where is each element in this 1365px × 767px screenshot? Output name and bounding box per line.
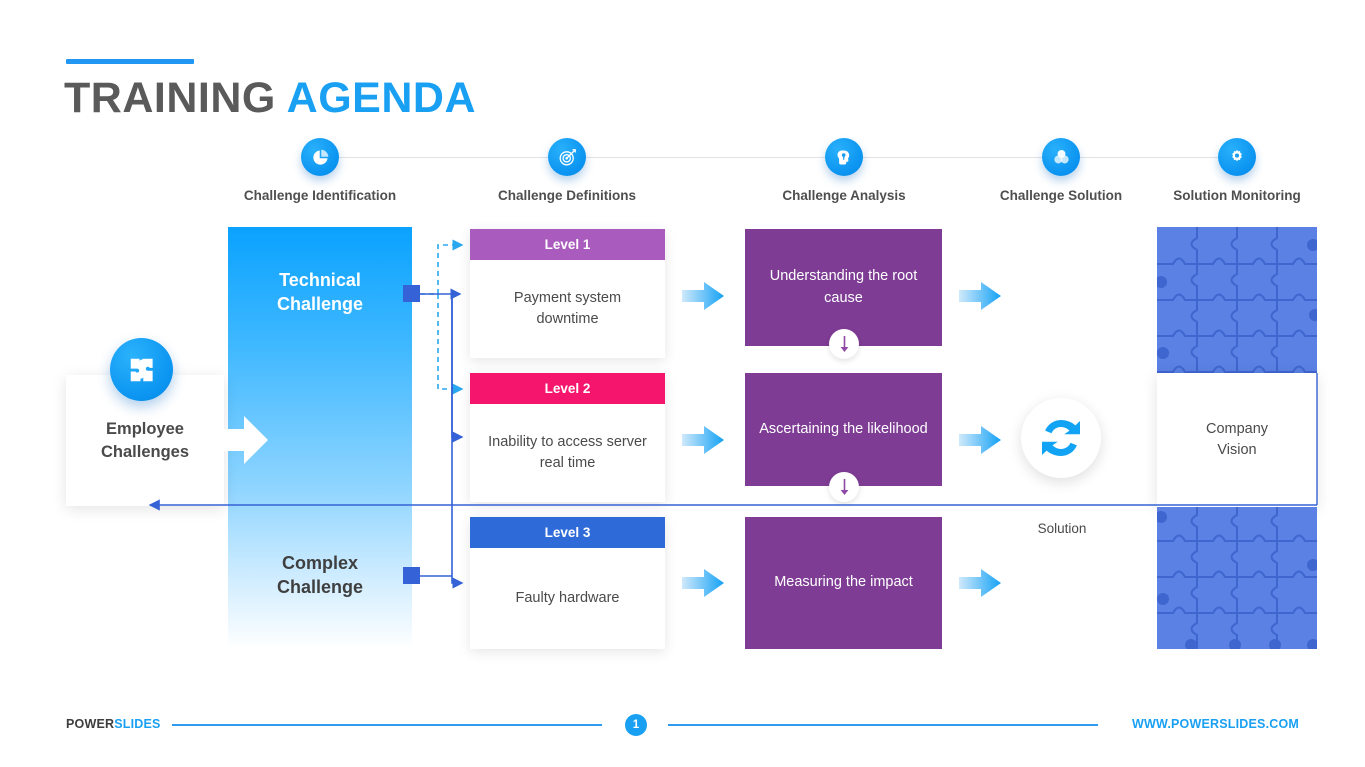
target-icon bbox=[548, 138, 586, 176]
level-card-title: Level 3 bbox=[470, 517, 665, 548]
flow-arrow-2 bbox=[682, 425, 724, 455]
step-challenge-definitions[interactable]: Challenge Definitions bbox=[498, 138, 636, 203]
analysis-box-2[interactable]: Ascertaining the likelihood bbox=[745, 373, 942, 486]
title-part-1: TRAINING bbox=[64, 74, 287, 122]
puzzle-panel-top bbox=[1157, 227, 1317, 373]
puzzle-panel-bottom bbox=[1157, 507, 1317, 649]
down-arrow-badge-2 bbox=[829, 472, 859, 502]
step-label: Challenge Identification bbox=[243, 188, 397, 203]
pie-chart-icon bbox=[301, 138, 339, 176]
step-challenge-analysis[interactable]: Challenge Analysis bbox=[782, 138, 906, 203]
slide-canvas: TRAINING AGENDA Challenge Identification… bbox=[0, 0, 1365, 767]
employee-card-line2: Challenges bbox=[100, 442, 190, 461]
flow-arrow-1 bbox=[682, 281, 724, 311]
step-label: Challenge Analysis bbox=[782, 188, 906, 203]
connector-node-technical bbox=[403, 285, 420, 302]
footer-website-url[interactable]: WWW.POWERSLIDES.COM bbox=[1132, 717, 1299, 731]
technical-challenge-line1: Technical bbox=[279, 270, 361, 290]
step-challenge-identification[interactable]: Challenge Identification bbox=[244, 138, 396, 203]
technical-challenge-line2: Challenge bbox=[276, 294, 364, 315]
title-part-2: AGENDA bbox=[286, 74, 477, 122]
vision-line2: Vision bbox=[1217, 442, 1257, 458]
title-underline-rule bbox=[66, 59, 194, 64]
brand-logo-part1: POWER bbox=[66, 717, 115, 731]
page-title: TRAINING AGENDA bbox=[64, 74, 476, 123]
venn-icon bbox=[1042, 138, 1080, 176]
level-card-1[interactable]: Level 1 Payment system downtime bbox=[470, 229, 665, 358]
employee-card-line1: Employee bbox=[106, 420, 184, 439]
step-label: Solution Monitoring bbox=[1173, 188, 1301, 203]
level-card-text: Faulty hardware bbox=[515, 589, 620, 606]
down-arrow-badge-1 bbox=[829, 329, 859, 359]
step-label: Challenge Solution bbox=[999, 188, 1123, 203]
company-vision-card[interactable]: Company Vision bbox=[1157, 373, 1317, 507]
flow-arrow-3 bbox=[682, 568, 724, 598]
complex-challenge-line1: Complex bbox=[281, 553, 359, 573]
brand-logo-part2: SLIDES bbox=[114, 717, 161, 731]
flow-arrow-5 bbox=[959, 425, 1001, 455]
steps-connector-line bbox=[320, 157, 1238, 158]
puzzle-icon bbox=[110, 338, 173, 401]
step-challenge-solution[interactable]: Challenge Solution bbox=[1000, 138, 1122, 203]
level-card-text: Inability to access server real time bbox=[488, 433, 647, 471]
level-card-text: Payment system downtime bbox=[513, 289, 622, 327]
step-solution-monitoring[interactable]: Solution Monitoring bbox=[1173, 138, 1301, 203]
solution-label: Solution bbox=[1037, 521, 1087, 536]
analysis-box-3[interactable]: Measuring the impact bbox=[745, 517, 942, 649]
technical-challenge-label: Technical Challenge bbox=[228, 268, 412, 317]
level-card-title: Level 1 bbox=[470, 229, 665, 260]
complex-challenge-line2: Challenge bbox=[276, 577, 364, 598]
flow-arrow-white bbox=[212, 414, 268, 466]
brand-logo: POWERSLIDES bbox=[66, 717, 161, 731]
footer-divider-right bbox=[668, 724, 1098, 726]
flow-arrow-4 bbox=[959, 281, 1001, 311]
gear-icon bbox=[1218, 138, 1256, 176]
step-label: Challenge Definitions bbox=[497, 188, 637, 203]
level-card-2[interactable]: Level 2 Inability to access server real … bbox=[470, 373, 665, 502]
sync-refresh-icon[interactable] bbox=[1021, 398, 1101, 478]
level-card-3[interactable]: Level 3 Faulty hardware bbox=[470, 517, 665, 649]
complex-challenge-label: Complex Challenge bbox=[228, 551, 412, 600]
page-number-badge: 1 bbox=[625, 714, 647, 736]
vision-line1: Company bbox=[1205, 420, 1269, 437]
flow-arrow-6 bbox=[959, 568, 1001, 598]
footer-divider-left bbox=[172, 724, 602, 726]
connector-node-complex bbox=[403, 567, 420, 584]
brain-head-icon bbox=[825, 138, 863, 176]
level-card-title: Level 2 bbox=[470, 373, 665, 404]
